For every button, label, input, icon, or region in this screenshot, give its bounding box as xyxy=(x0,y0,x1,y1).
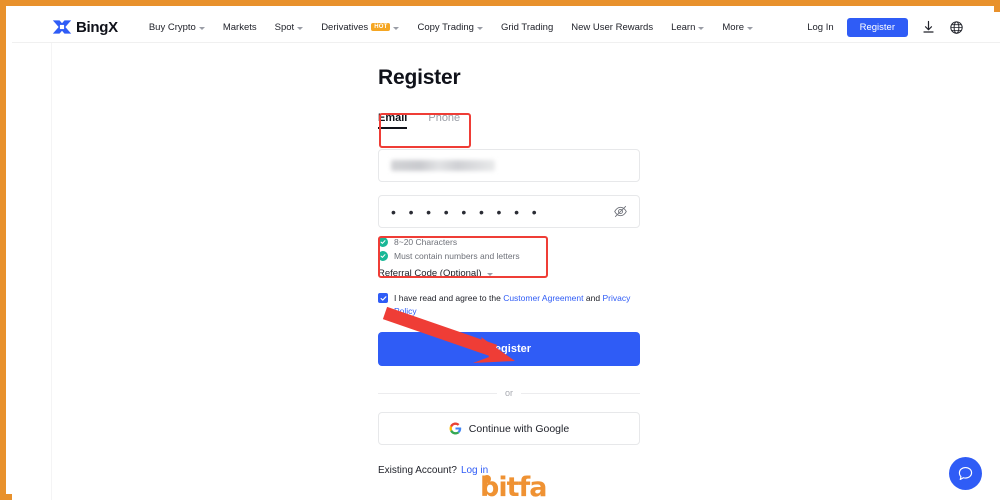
chevron-down-icon xyxy=(198,26,205,30)
password-hint-length: 8~20 Characters xyxy=(378,237,640,247)
password-field[interactable]: • • • • • • • • • xyxy=(378,195,640,228)
bitfa-watermark: bitfa xyxy=(480,472,547,500)
register-submit-button[interactable]: Register xyxy=(378,332,640,367)
nav-item-label: Markets xyxy=(222,21,257,33)
agreement-row: I have read and agree to the Customer Ag… xyxy=(378,292,640,318)
divider-label: or xyxy=(505,388,514,399)
nav-item-new-user-rewards[interactable]: New User Rewards xyxy=(562,22,662,33)
chevron-down-icon xyxy=(297,26,304,30)
nav-item-buy-crypto[interactable]: Buy Crypto xyxy=(140,22,214,33)
referral-code-toggle[interactable]: Referral Code (Optional) xyxy=(378,268,640,279)
chevron-down-icon xyxy=(698,26,705,30)
google-button-label: Continue with Google xyxy=(468,422,570,435)
password-requirements: 8~20 Characters Must contain numbers and… xyxy=(378,237,640,261)
bingx-logo[interactable]: BingX xyxy=(52,19,118,36)
divider-or: or xyxy=(378,388,641,399)
divider-line-right xyxy=(521,392,641,394)
nav-item-copy-trading[interactable]: Copy Trading xyxy=(408,22,492,33)
tab-phone[interactable]: Phone xyxy=(428,112,460,129)
chevron-down-icon xyxy=(747,26,754,30)
password-masked-value: • • • • • • • • • xyxy=(391,203,542,220)
agreement-conjunction: and xyxy=(585,293,601,303)
nav-right-actions: Log In Register xyxy=(807,17,964,37)
nav-item-more[interactable]: More xyxy=(713,22,762,33)
nav-item-spot[interactable]: Spot xyxy=(266,22,313,33)
chat-support-button[interactable] xyxy=(949,457,982,490)
nav-register-button[interactable]: Register xyxy=(846,17,908,37)
nav-item-label: Buy Crypto xyxy=(148,21,196,33)
agreement-prefix: I have read and agree to the xyxy=(394,293,501,303)
nav-item-derivatives[interactable]: Derivatives HOT xyxy=(312,22,408,33)
nav-login-link[interactable]: Log In xyxy=(807,22,833,33)
download-icon[interactable] xyxy=(921,20,936,35)
nav-item-label: New User Rewards xyxy=(571,21,654,33)
nav-item-label: Derivatives xyxy=(321,21,369,33)
chevron-down-icon xyxy=(486,273,493,276)
nav-item-label: Copy Trading xyxy=(417,21,474,33)
nav-item-markets[interactable]: Markets xyxy=(214,22,266,33)
password-hint-label: Must contain numbers and letters xyxy=(394,251,520,261)
nav-item-grid-trading[interactable]: Grid Trading xyxy=(492,22,562,33)
top-navigation-bar: BingX Buy Crypto Markets Spot Derivative… xyxy=(12,12,1000,43)
existing-account-label: Existing Account? xyxy=(378,465,457,477)
page-root: BingX Buy Crypto Markets Spot Derivative… xyxy=(12,12,1000,500)
password-hint-composition: Must contain numbers and letters xyxy=(378,251,640,261)
register-form: Register Email Phone • • • • • • • • • 8… xyxy=(378,66,641,477)
chat-bubble-icon xyxy=(958,466,973,481)
bingx-logo-text: BingX xyxy=(76,18,118,36)
referral-code-label: Referral Code (Optional) xyxy=(378,268,482,279)
left-divider-rule xyxy=(51,43,52,500)
eye-off-icon[interactable] xyxy=(613,204,628,219)
agreement-checkbox[interactable] xyxy=(378,293,388,303)
bingx-logo-mark xyxy=(52,20,72,34)
nav-item-label: Grid Trading xyxy=(500,21,554,33)
nav-item-label: More xyxy=(722,21,745,33)
nav-item-label: Spot xyxy=(274,21,295,33)
chevron-down-icon xyxy=(393,26,400,30)
continue-with-google-button[interactable]: Continue with Google xyxy=(378,412,640,446)
nav-item-learn[interactable]: Learn xyxy=(662,22,713,33)
page-title: Register xyxy=(378,66,461,89)
email-value-redacted xyxy=(391,160,495,171)
auth-method-tabs: Email Phone xyxy=(378,112,640,129)
screenshot-frame: BingX Buy Crypto Markets Spot Derivative… xyxy=(0,0,1000,500)
chevron-down-icon xyxy=(476,26,483,30)
hot-badge: HOT xyxy=(371,23,391,31)
check-circle-icon xyxy=(378,251,388,261)
google-icon xyxy=(449,422,462,435)
tab-email[interactable]: Email xyxy=(378,112,408,129)
globe-icon[interactable] xyxy=(949,20,964,35)
divider-line-left xyxy=(378,392,497,394)
agreement-text: I have read and agree to the Customer Ag… xyxy=(394,292,640,318)
password-hint-label: 8~20 Characters xyxy=(394,237,458,247)
nav-item-label: Learn xyxy=(671,21,696,33)
customer-agreement-link[interactable]: Customer Agreement xyxy=(503,293,583,303)
email-field[interactable] xyxy=(378,149,640,182)
check-circle-icon xyxy=(378,237,388,247)
nav-links: Buy Crypto Markets Spot Derivatives HOT … xyxy=(140,22,762,33)
